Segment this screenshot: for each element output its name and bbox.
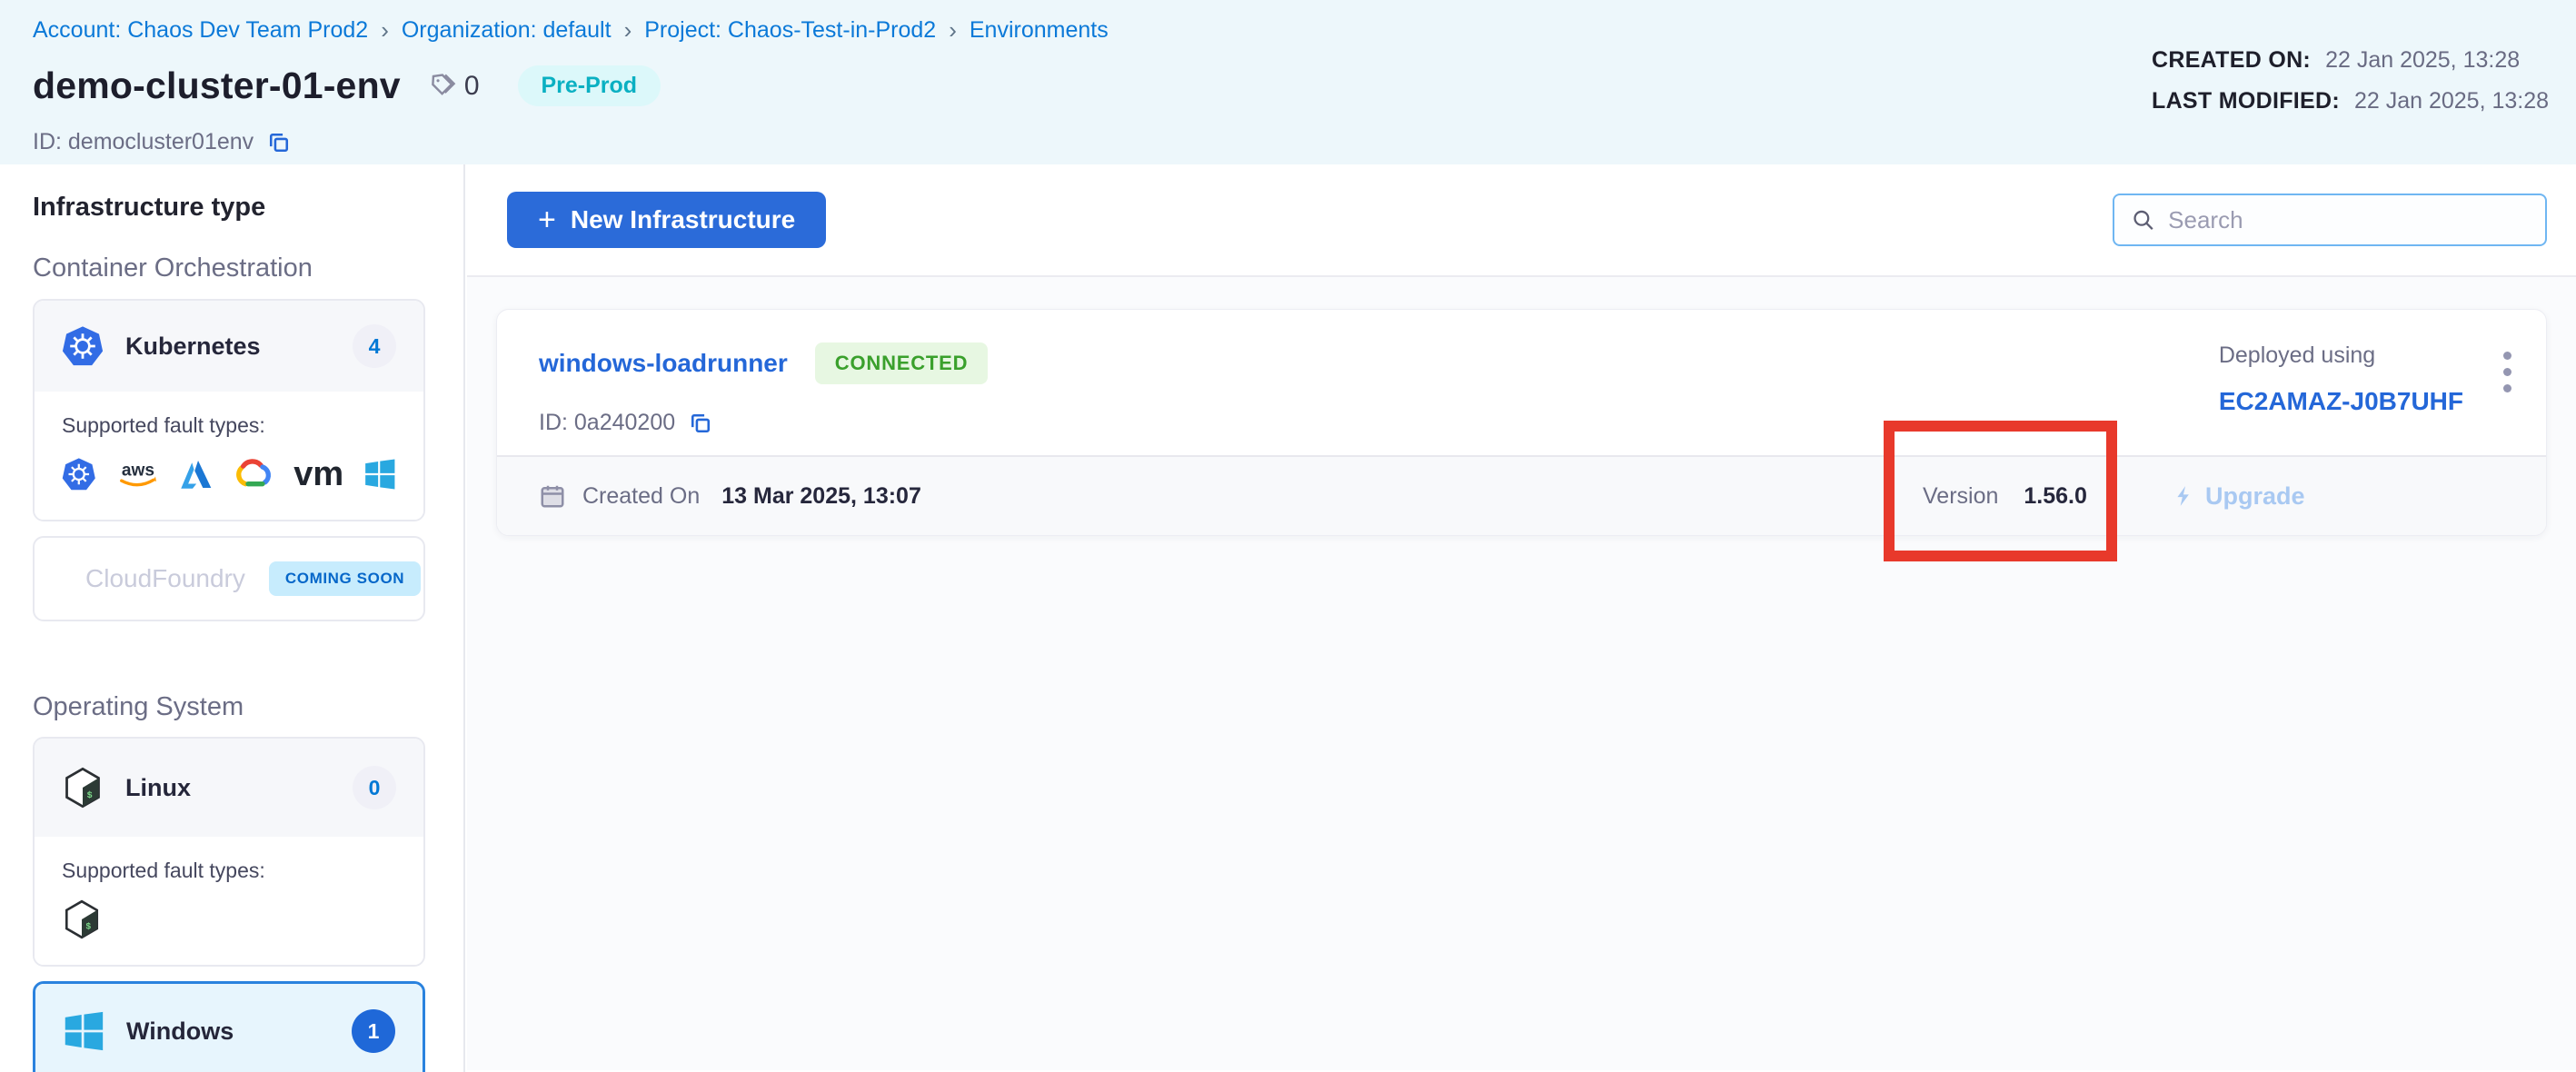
last-modified-label: LAST MODIFIED:: [2152, 88, 2340, 114]
version-group: Version 1.56.0: [1923, 457, 2087, 535]
kubernetes-count-badge: 4: [353, 324, 396, 368]
svg-text:$: $: [85, 922, 91, 932]
version-label: Version: [1923, 483, 1998, 510]
aws-icon: aws: [116, 454, 160, 494]
windows-icon: [63, 1010, 104, 1052]
lightning-icon: [2173, 484, 2196, 508]
copy-id-icon[interactable]: [266, 130, 292, 155]
windows-icon: [363, 454, 396, 494]
tag-icon: [426, 71, 457, 102]
calendar-icon: [539, 482, 566, 510]
tag-count: 0: [464, 71, 480, 102]
kubernetes-label: Kubernetes: [125, 333, 261, 361]
windows-count-badge: 1: [352, 1009, 395, 1053]
upgrade-label: Upgrade: [2205, 482, 2305, 511]
kubernetes-fault-type-icons: aws: [62, 454, 396, 494]
created-on-label: CREATED ON:: [2152, 47, 2311, 74]
linux-fault-type-icons: $: [62, 899, 396, 939]
svg-text:$: $: [87, 790, 93, 801]
header-dates: CREATED ON: 22 Jan 2025, 13:28 LAST MODI…: [2152, 47, 2549, 114]
section-container-orchestration: Container Orchestration: [33, 253, 463, 283]
breadcrumb-separator: ›: [381, 16, 389, 45]
breadcrumb-separator: ›: [949, 16, 957, 45]
breadcrumb: Account: Chaos Dev Team Prod2 › Organiza…: [33, 16, 2543, 45]
infrastructure-id: ID: 0a240200: [539, 410, 675, 436]
azure-icon: [179, 454, 214, 494]
vmware-icon: vm: [293, 454, 343, 494]
page-header: Account: Chaos Dev Team Prod2 › Organiza…: [0, 0, 2576, 164]
supported-fault-types-label: Supported fault types:: [62, 413, 396, 438]
version-value: 1.56.0: [2024, 483, 2087, 510]
environment-details-page: Account: Chaos Dev Team Prod2 › Organiza…: [0, 0, 2576, 1072]
created-on-value: 22 Jan 2025, 13:28: [2325, 47, 2520, 74]
breadcrumb-account[interactable]: Account: Chaos Dev Team Prod2: [33, 17, 368, 44]
breadcrumb-project[interactable]: Project: Chaos-Test-in-Prod2: [644, 17, 936, 44]
upgrade-button[interactable]: Upgrade: [2173, 457, 2305, 535]
env-type-badge: Pre-Prod: [518, 65, 661, 106]
deployed-using-link[interactable]: EC2AMAZ-J0B7UHF: [2219, 387, 2463, 416]
linux-icon: $: [62, 767, 104, 809]
infrastructure-type-sidebar: Infrastructure type Container Orchestrat…: [0, 164, 465, 1072]
infrastructure-list: windows-loadrunner CONNECTED ID: 0a24020…: [467, 277, 2576, 1070]
search-input[interactable]: [2168, 206, 2529, 234]
created-on-group: Created On 13 Mar 2025, 13:07: [539, 482, 921, 510]
sidebar-item-windows[interactable]: Windows 1 Supported fault types:: [33, 981, 425, 1072]
section-operating-system: Operating System: [33, 692, 463, 722]
search-box: [2113, 194, 2547, 246]
linux-count-badge: 0: [353, 766, 396, 809]
kubernetes-icon: [62, 325, 104, 367]
cloudfoundry-label: CloudFoundry: [85, 564, 245, 593]
coming-soon-badge: COMING SOON: [269, 561, 421, 596]
new-infrastructure-button[interactable]: + New Infrastructure: [507, 192, 826, 248]
search-icon: [2131, 206, 2155, 233]
toolbar: + New Infrastructure: [467, 164, 2576, 277]
tags-indicator: 0: [426, 71, 480, 102]
environment-id: ID: democluster01env: [33, 129, 254, 155]
kubernetes-icon: [62, 454, 96, 494]
svg-text:aws: aws: [121, 461, 154, 480]
sidebar-item-cloudfoundry[interactable]: CloudFoundry COMING SOON: [33, 536, 425, 621]
card-created-on-value: 13 Mar 2025, 13:07: [721, 483, 921, 510]
status-badge: CONNECTED: [815, 342, 989, 384]
sidebar-heading: Infrastructure type: [33, 193, 463, 223]
linux-icon: $: [62, 899, 102, 939]
sidebar-item-kubernetes[interactable]: Kubernetes 4 Supported fault types:: [33, 299, 425, 521]
copy-infrastructure-id-icon[interactable]: [688, 411, 713, 436]
breadcrumb-separator: ›: [624, 16, 632, 45]
new-infrastructure-label: New Infrastructure: [571, 205, 795, 234]
windows-label: Windows: [126, 1017, 234, 1046]
breadcrumb-environments[interactable]: Environments: [970, 17, 1109, 44]
breadcrumb-organization[interactable]: Organization: default: [402, 17, 612, 44]
gcp-icon: [234, 454, 274, 494]
card-menu-button[interactable]: [2503, 342, 2511, 455]
page-title: demo-cluster-01-env: [33, 65, 401, 107]
deployed-using-label: Deployed using: [2219, 342, 2463, 369]
linux-label: Linux: [125, 774, 191, 802]
last-modified-value: 22 Jan 2025, 13:28: [2354, 88, 2549, 114]
supported-fault-types-label: Supported fault types:: [62, 859, 396, 883]
main-panel: + New Infrastructure windows-loadrunner …: [467, 164, 2576, 1072]
card-created-on-label: Created On: [582, 483, 700, 510]
infrastructure-name-link[interactable]: windows-loadrunner: [539, 349, 788, 378]
plus-icon: +: [538, 204, 556, 235]
sidebar-item-linux[interactable]: $ Linux 0 Supported fault types: $: [33, 737, 425, 967]
infrastructure-card: windows-loadrunner CONNECTED ID: 0a24020…: [496, 309, 2547, 536]
